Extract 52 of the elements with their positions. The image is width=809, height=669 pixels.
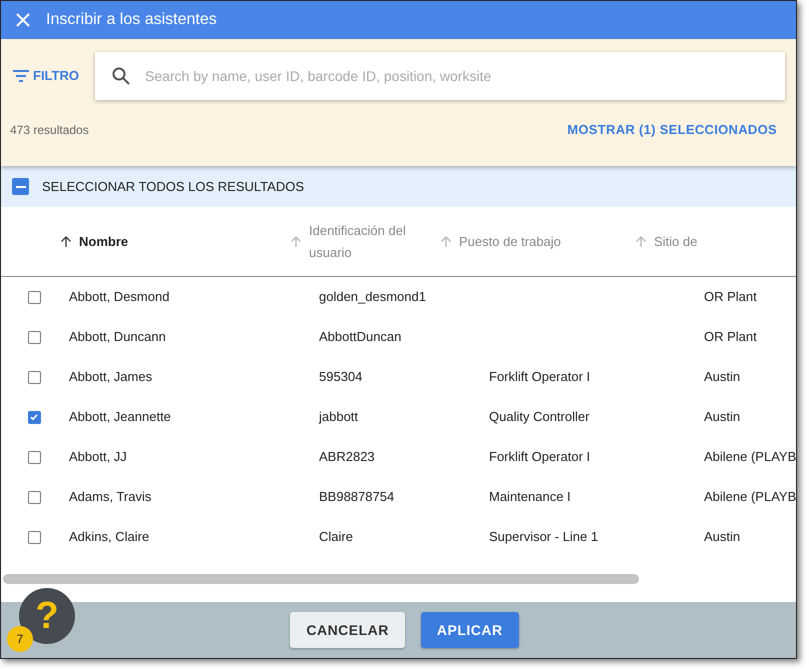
table-cell: golden_desmond1 [319,289,426,304]
show-selected-link[interactable]: MOSTRAR (1) SELECCIONADOS [567,120,777,140]
table-cell: Abilene (PLAYB [704,449,796,464]
table-cell: Maintenance I [489,489,571,504]
table-cell: OR Plant [704,289,757,304]
cancel-button[interactable]: CANCELAR [290,612,405,648]
search-field[interactable]: Search by name, user ID, barcode ID, position, worksite [94,52,785,100]
checkbox[interactable] [28,490,40,504]
table-cell: Claire [319,529,353,544]
checkbox[interactable] [28,370,40,384]
table-cell: Abbott, Jeannette [69,409,171,424]
sort-arrow-icon [439,234,453,248]
checkbox[interactable] [28,330,40,344]
horizontal-scrollbar[interactable] [3,574,639,584]
filter-icon [12,69,30,83]
sort-arrow-icon [634,234,648,248]
table-cell: 595304 [319,369,362,384]
table-cell: Abbott, Duncann [69,329,166,344]
table-cell: Forklift Operator I [489,449,590,464]
sort-arrow-icon [59,234,73,248]
select-all-checkbox[interactable] [12,178,29,195]
table-cell: Abbott, James [69,369,152,384]
check-icon [29,412,39,422]
table-cell: Supervisor - Line 1 [489,529,598,544]
sort-arrow-icon [289,234,303,248]
checkbox[interactable] [28,530,40,544]
table-cell: Abbott, JJ [69,449,127,464]
table-cell: ABR2823 [319,449,375,464]
table-cell: Austin [704,409,740,424]
table-cell: Adkins, Claire [69,529,150,544]
apply-button[interactable]: APLICAR [420,612,519,648]
table-cell: AbbottDuncan [319,329,402,344]
search-icon [110,66,131,86]
table-cell: OR Plant [704,329,757,344]
result-count: 473 resultados [10,122,89,139]
checkbox[interactable] [28,410,40,424]
table-cell: jabbott [319,409,358,424]
checkbox[interactable] [28,450,40,464]
checkbox[interactable] [28,290,40,304]
table-cell: Abilene (PLAYB [704,489,796,504]
table-cell: Adams, Travis [69,489,152,504]
table-cell: Quality Controller [489,409,590,424]
table-cell: Forklift Operator I [489,369,590,384]
table-cell: Austin [704,529,740,544]
search-input[interactable]: Search by name, user ID, barcode ID, position, worksite [144,66,769,86]
filter-button[interactable]: FILTRO [12,66,79,86]
table-cell: Abbott, Desmond [69,289,170,304]
select-all-label: SELECCIONAR TODOS LOS RESULTADOS [42,178,304,196]
table-cell: Austin [704,369,740,384]
close-icon[interactable] [14,11,32,29]
table-cell: BB98878754 [319,489,394,504]
dialog-title: Inscribir a los asistentes [46,10,217,30]
